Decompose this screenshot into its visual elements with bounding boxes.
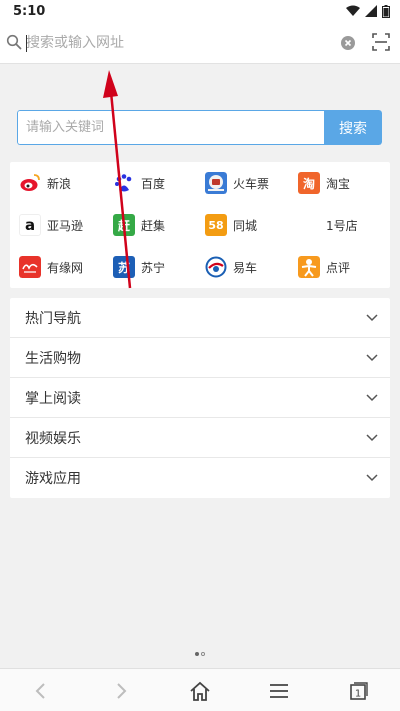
wifi-icon <box>346 5 360 16</box>
site-yiche[interactable]: 易车 <box>205 255 295 279</box>
battery-icon <box>382 4 390 18</box>
yiche-icon <box>205 256 227 278</box>
train-ticket-icon <box>205 172 227 194</box>
site-youyuan[interactable]: 有缘网 <box>19 255 109 279</box>
site-label: 淘宝 <box>326 176 351 191</box>
site-suning[interactable]: 苏 苏宁 <box>113 255 203 279</box>
browser-home-page: 5:10 搜索或输入网址 请输入关键词 搜索 新浪 百度 火车票 淘 淘宝 a … <box>0 0 400 711</box>
site-taobao[interactable]: 淘 淘宝 <box>298 171 388 195</box>
yhd-icon <box>298 214 320 236</box>
back-button[interactable] <box>28 679 52 703</box>
keyword-search-input[interactable] <box>17 110 324 145</box>
site-label: 百度 <box>141 176 166 191</box>
category-video-entertainment[interactable]: 视频娱乐 <box>10 418 390 458</box>
site-train-ticket[interactable]: 火车票 <box>205 171 295 195</box>
home-button[interactable] <box>188 679 212 703</box>
site-label: 赶集 <box>141 218 166 233</box>
site-label: 同城 <box>233 218 258 233</box>
chevron-down-icon <box>366 474 378 482</box>
search-box: 搜索 <box>17 110 382 145</box>
youyuan-icon <box>19 256 41 278</box>
site-label: 点评 <box>326 260 351 275</box>
page-dot <box>201 652 205 656</box>
search-button[interactable]: 搜索 <box>324 110 382 145</box>
baidu-icon <box>115 174 132 192</box>
category-label: 生活购物 <box>25 350 81 367</box>
url-input[interactable] <box>26 31 326 55</box>
site-baidu[interactable]: 百度 <box>113 171 203 195</box>
clear-icon[interactable] <box>341 36 355 50</box>
58-tongcheng-icon: 58 <box>205 214 227 236</box>
status-icons <box>346 4 390 18</box>
site-yhd[interactable]: 1号店 <box>298 213 388 237</box>
site-label: 火车票 <box>233 176 270 191</box>
site-ganji[interactable]: 赶 赶集 <box>113 213 203 237</box>
signal-icon <box>365 5 377 17</box>
site-amazon[interactable]: a 亚马逊 <box>19 213 109 237</box>
site-label: 易车 <box>233 260 258 275</box>
search-icon <box>6 34 22 50</box>
site-label: 苏宁 <box>141 260 166 275</box>
category-label: 热门导航 <box>25 310 81 327</box>
forward-arrow-icon <box>117 683 127 699</box>
forward-button[interactable] <box>110 679 134 703</box>
page-dot-active <box>195 652 199 656</box>
svg-text:1: 1 <box>355 689 361 700</box>
scan-icon[interactable] <box>372 33 390 51</box>
site-58-tongcheng[interactable]: 58 同城 <box>205 213 295 237</box>
site-label: 1号店 <box>326 218 358 233</box>
category-label: 掌上阅读 <box>25 390 81 407</box>
chevron-down-icon <box>366 314 378 322</box>
bottom-toolbar: 1 <box>0 668 400 711</box>
text-caret <box>26 35 27 52</box>
ganji-icon: 赶 <box>113 214 135 236</box>
chevron-down-icon <box>366 434 378 442</box>
dianping-icon <box>298 256 320 278</box>
menu-icon <box>270 684 288 698</box>
category-games-apps[interactable]: 游戏应用 <box>10 458 390 498</box>
chevron-down-icon <box>366 394 378 402</box>
category-label: 游戏应用 <box>25 471 81 487</box>
home-icon <box>190 681 210 701</box>
back-arrow-icon <box>35 683 45 699</box>
chevron-down-icon <box>366 354 378 362</box>
status-time: 5:10 <box>13 3 46 19</box>
address-bar <box>0 22 400 64</box>
menu-button[interactable] <box>267 679 291 703</box>
tabs-count-icon: 1 <box>350 682 368 700</box>
category-hot-nav[interactable]: 热门导航 <box>10 298 390 338</box>
taobao-icon: 淘 <box>298 172 320 194</box>
site-label: 亚马逊 <box>47 218 84 233</box>
page-indicator <box>195 652 205 656</box>
sina-weibo-icon <box>20 174 40 191</box>
tabs-button[interactable]: 1 <box>347 679 371 703</box>
amazon-icon: a <box>19 214 41 236</box>
status-bar: 5:10 <box>0 0 400 22</box>
category-label: 视频娱乐 <box>25 430 81 447</box>
category-list: 热门导航 生活购物 掌上阅读 视频娱乐 游戏应用 <box>10 298 390 498</box>
category-life-shopping[interactable]: 生活购物 <box>10 338 390 378</box>
site-label: 新浪 <box>47 176 72 191</box>
quick-sites-grid: 新浪 百度 火车票 淘 淘宝 a 亚马逊 赶 赶集 58 同城 1号店 有缘网 … <box>10 162 390 288</box>
suning-icon: 苏 <box>113 256 135 278</box>
site-label: 有缘网 <box>47 260 84 275</box>
site-dianping[interactable]: 点评 <box>298 255 388 279</box>
site-sina[interactable]: 新浪 <box>19 171 109 195</box>
category-mobile-reading[interactable]: 掌上阅读 <box>10 378 390 418</box>
